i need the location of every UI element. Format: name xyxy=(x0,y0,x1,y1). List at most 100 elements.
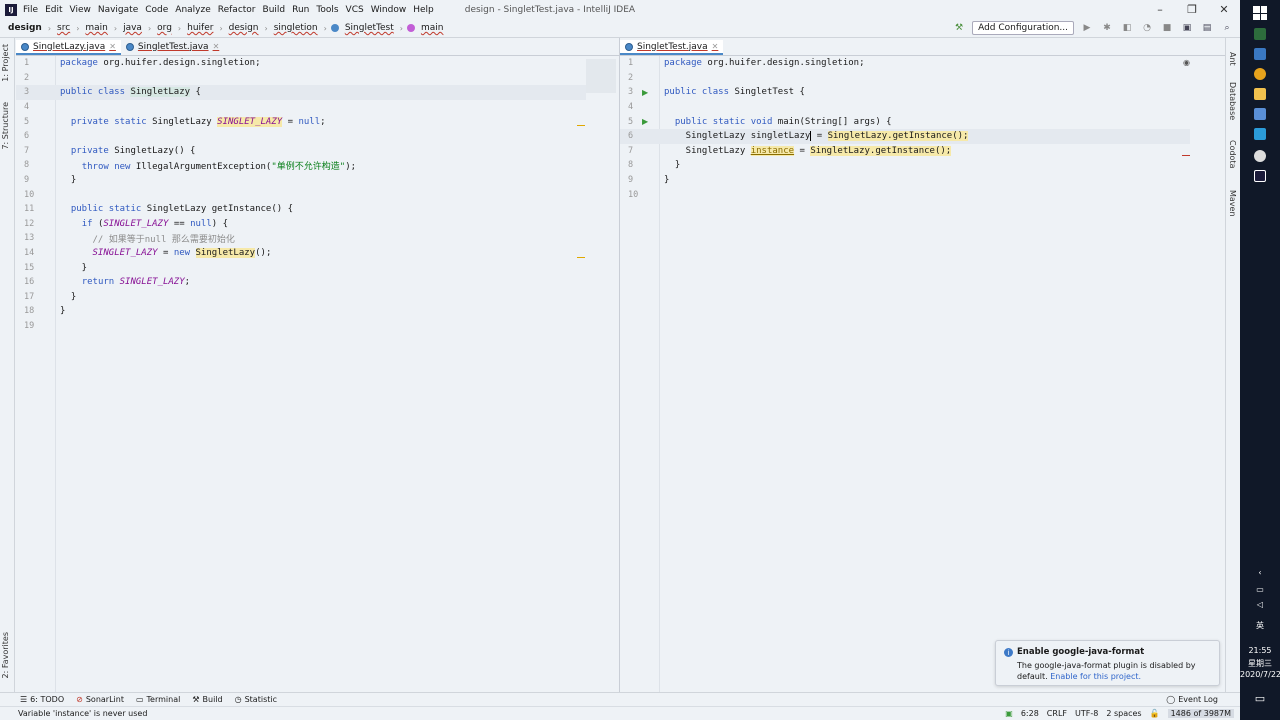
close-tab-icon[interactable]: ✕ xyxy=(213,42,220,51)
app-icon[interactable] xyxy=(1254,28,1266,40)
network-icon[interactable]: ▭ xyxy=(1240,585,1280,594)
stop-icon[interactable]: ■ xyxy=(1160,21,1174,35)
left-tool-strip: 1: Project 7: Structure 2: Favorites xyxy=(0,38,15,692)
todo-tool-button[interactable]: ☰ 6: TODO xyxy=(20,695,64,704)
chrome-icon[interactable] xyxy=(1254,68,1266,80)
ime-indicator[interactable]: 英 xyxy=(1240,620,1280,631)
app-icon[interactable] xyxy=(1254,108,1266,120)
breadcrumb-org[interactable]: org xyxy=(157,23,172,33)
app-icon[interactable] xyxy=(1254,128,1266,140)
run-gutter-icon[interactable]: ▶ xyxy=(642,117,648,126)
caret-position[interactable]: 6:28 xyxy=(1021,709,1039,718)
ant-tool-button[interactable]: Ant xyxy=(1228,52,1237,66)
intellij-taskbar-icon[interactable] xyxy=(1254,170,1266,182)
sonarlint-tool-button[interactable]: ⊘ SonarLint xyxy=(76,695,124,704)
menu-edit[interactable]: Edit xyxy=(45,5,62,15)
app-icon[interactable] xyxy=(1254,48,1266,60)
menu-analyze[interactable]: Analyze xyxy=(175,5,210,15)
code-text: package org.huifer.design.singletion; xyxy=(60,58,261,69)
statistic-tool-button[interactable]: ◷ Statistic xyxy=(235,695,277,704)
tab-singlettest-left[interactable]: SingletTest.java ✕ xyxy=(121,40,224,55)
maven-tool-button[interactable]: Maven xyxy=(1228,190,1237,217)
breadcrumb-huifer[interactable]: huifer xyxy=(187,23,213,33)
menu-navigate[interactable]: Navigate xyxy=(98,5,138,15)
tab-singlettest-right[interactable]: SingletTest.java ✕ xyxy=(620,40,724,55)
search-icon[interactable]: ⌕ xyxy=(1220,21,1234,35)
memory-indicator[interactable]: 1486 of 3987M xyxy=(1167,709,1234,718)
project-structure-icon[interactable]: ▣ xyxy=(1180,21,1194,35)
app-icon[interactable] xyxy=(1254,150,1266,162)
breadcrumb-java[interactable]: java xyxy=(123,23,142,33)
left-code-editor[interactable]: 1 package org.huifer.design.singletion; 2… xyxy=(16,56,619,692)
structure-tool-button[interactable]: 7: Structure xyxy=(1,102,10,150)
windows-start-icon[interactable] xyxy=(1253,6,1267,20)
line-separator[interactable]: CRLF xyxy=(1047,709,1067,718)
close-icon[interactable]: ✕ xyxy=(1208,0,1240,19)
line-number: 1 xyxy=(628,58,634,69)
database-tool-button[interactable]: Database xyxy=(1228,82,1237,120)
breadcrumb-src[interactable]: src xyxy=(57,23,70,33)
menu-code[interactable]: Code xyxy=(145,5,168,15)
breadcrumb-class[interactable]: SingletTest xyxy=(345,23,394,33)
code-line: 4 xyxy=(16,100,619,115)
run-gutter-icon[interactable]: ▶ xyxy=(642,88,648,97)
folder-icon[interactable] xyxy=(1254,88,1266,100)
menu-file[interactable]: File xyxy=(23,5,38,15)
coverage-icon[interactable]: ◧ xyxy=(1120,21,1134,35)
add-configuration-button[interactable]: Add Configuration... xyxy=(972,21,1074,35)
lock-icon[interactable]: 🔓 xyxy=(1150,709,1160,718)
restore-icon[interactable]: ❐ xyxy=(1176,0,1208,19)
file-encoding[interactable]: UTF-8 xyxy=(1075,709,1098,718)
favorites-tool-button[interactable]: 2: Favorites xyxy=(1,632,10,678)
indent-setting[interactable]: 2 spaces xyxy=(1106,709,1141,718)
terminal-tool-button[interactable]: ▭ Terminal xyxy=(136,695,180,704)
code-minimap[interactable] xyxy=(586,59,616,93)
code-text: } xyxy=(664,175,670,186)
build-tool-button[interactable]: ⚒ Build xyxy=(192,695,222,704)
menu-run[interactable]: Run xyxy=(292,5,309,15)
tab-singletlazy[interactable]: SingletLazy.java ✕ xyxy=(16,40,121,55)
menu-window[interactable]: Window xyxy=(371,5,407,15)
breadcrumb-main[interactable]: main xyxy=(85,23,108,33)
menu-vcs[interactable]: VCS xyxy=(346,5,364,15)
menu-build[interactable]: Build xyxy=(263,5,286,15)
chevron-up-icon[interactable]: ‹ xyxy=(1240,568,1280,577)
menu-refactor[interactable]: Refactor xyxy=(218,5,256,15)
event-log-button[interactable]: ◯ Event Log xyxy=(1166,695,1218,704)
volume-icon[interactable]: ◁ xyxy=(1240,600,1280,609)
breadcrumb-separator-icon: › xyxy=(113,23,118,33)
line-number: 5 xyxy=(24,116,30,127)
line-number: 12 xyxy=(24,218,35,229)
project-tool-button[interactable]: 1: Project xyxy=(1,44,10,82)
profile-icon[interactable]: ◔ xyxy=(1140,21,1154,35)
menu-view[interactable]: View xyxy=(70,5,91,15)
warning-marker[interactable] xyxy=(577,257,585,258)
close-tab-icon[interactable]: ✕ xyxy=(712,42,719,51)
menu-help[interactable]: Help xyxy=(413,5,434,15)
notification-title: Enable google-java-format xyxy=(1017,647,1145,657)
clock-time[interactable]: 21:55 xyxy=(1240,646,1280,655)
eye-icon[interactable]: ◉ xyxy=(1183,58,1190,67)
breadcrumb-project[interactable]: design xyxy=(8,23,42,33)
close-tab-icon[interactable]: ✕ xyxy=(109,42,116,51)
breadcrumb-singletion[interactable]: singletion xyxy=(274,23,318,33)
code-line: 8 throw new IllegalArgumentException("单例… xyxy=(16,158,619,173)
breadcrumb-method[interactable]: main xyxy=(421,23,444,33)
enable-link[interactable]: Enable for this project. xyxy=(1050,672,1141,681)
minimize-icon[interactable]: – xyxy=(1144,0,1176,19)
error-marker[interactable] xyxy=(1182,155,1190,156)
notification-balloon: i Enable google-java-format The google-j… xyxy=(995,640,1220,686)
build-hammer-icon[interactable]: ⚒ xyxy=(952,21,966,35)
intellij-logo-icon: IJ xyxy=(5,3,17,16)
notification-center-icon[interactable]: ▭ xyxy=(1240,692,1280,705)
right-code-editor[interactable]: 1 package org.huifer.design.singletion; 2… xyxy=(620,56,1225,692)
code-line: 8 } xyxy=(620,158,1225,173)
warning-marker[interactable] xyxy=(577,125,585,126)
layout-icon[interactable]: ▤ xyxy=(1200,21,1214,35)
run-icon[interactable]: ▶ xyxy=(1080,21,1094,35)
debug-icon[interactable]: ✱ xyxy=(1100,21,1114,35)
codota-tool-button[interactable]: Codota xyxy=(1228,140,1237,169)
code-line: 9} xyxy=(620,173,1225,188)
breadcrumb-design[interactable]: design xyxy=(229,23,259,33)
menu-tools[interactable]: Tools xyxy=(316,5,338,15)
